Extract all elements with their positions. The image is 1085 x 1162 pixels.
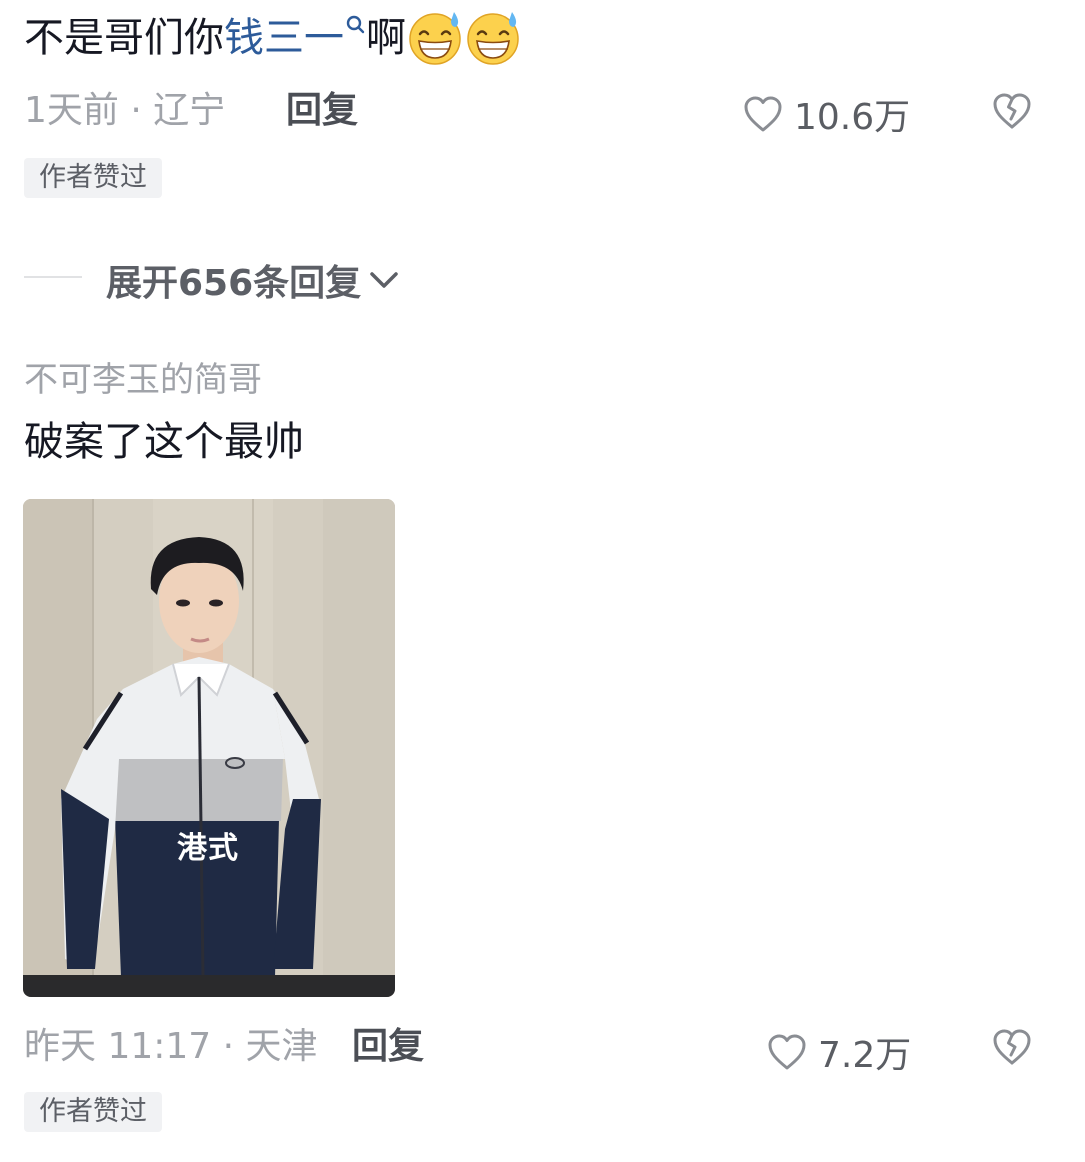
comment-image[interactable]: 港式: [23, 499, 395, 997]
reply-button[interactable]: 回复: [286, 88, 358, 134]
like-count: 10.6万: [794, 97, 911, 138]
author-liked-badge: 作者赞过: [24, 1092, 162, 1132]
dislike-button[interactable]: [990, 1026, 1034, 1072]
like-button[interactable]: 7.2万: [766, 1026, 911, 1078]
search-link-label: 钱三一: [224, 15, 344, 61]
comment-text: 破案了这个最帅: [24, 419, 304, 465]
heart-icon: [768, 1034, 806, 1070]
grinning-sweat-emoji-icon: [467, 12, 519, 65]
like-button[interactable]: 10.6万: [742, 88, 910, 140]
broken-heart-icon: [993, 93, 1031, 129]
reply-button[interactable]: 回复: [352, 1024, 424, 1070]
heart-icon: [744, 96, 782, 132]
expand-replies-label: 展开656条回复: [106, 263, 362, 304]
dislike-button[interactable]: [990, 90, 1034, 136]
comment-text-after: 啊: [366, 15, 406, 61]
comment-text-before: 不是哥们你: [24, 15, 224, 61]
like-count: 7.2万: [818, 1035, 912, 1076]
divider-line: [24, 276, 82, 278]
person-photo: [23, 499, 395, 997]
image-caption: 港式: [177, 831, 239, 866]
broken-heart-icon: [993, 1029, 1031, 1065]
author-liked-badge: 作者赞过: [24, 158, 162, 198]
chevron-down-icon: [370, 272, 398, 288]
search-icon: [346, 15, 365, 34]
comment-username[interactable]: 不可李玉的简哥: [24, 358, 262, 402]
expand-replies-button[interactable]: 展开656条回复: [106, 254, 401, 306]
comment-text: 不是哥们你钱三一啊: [24, 12, 522, 66]
grinning-sweat-emoji-icon: [409, 12, 461, 65]
search-link[interactable]: 钱三一: [224, 15, 366, 61]
comment-time-location: 1天前 · 辽宁: [24, 90, 226, 131]
comment-time-location: 昨天 11:17 · 天津: [24, 1026, 318, 1067]
